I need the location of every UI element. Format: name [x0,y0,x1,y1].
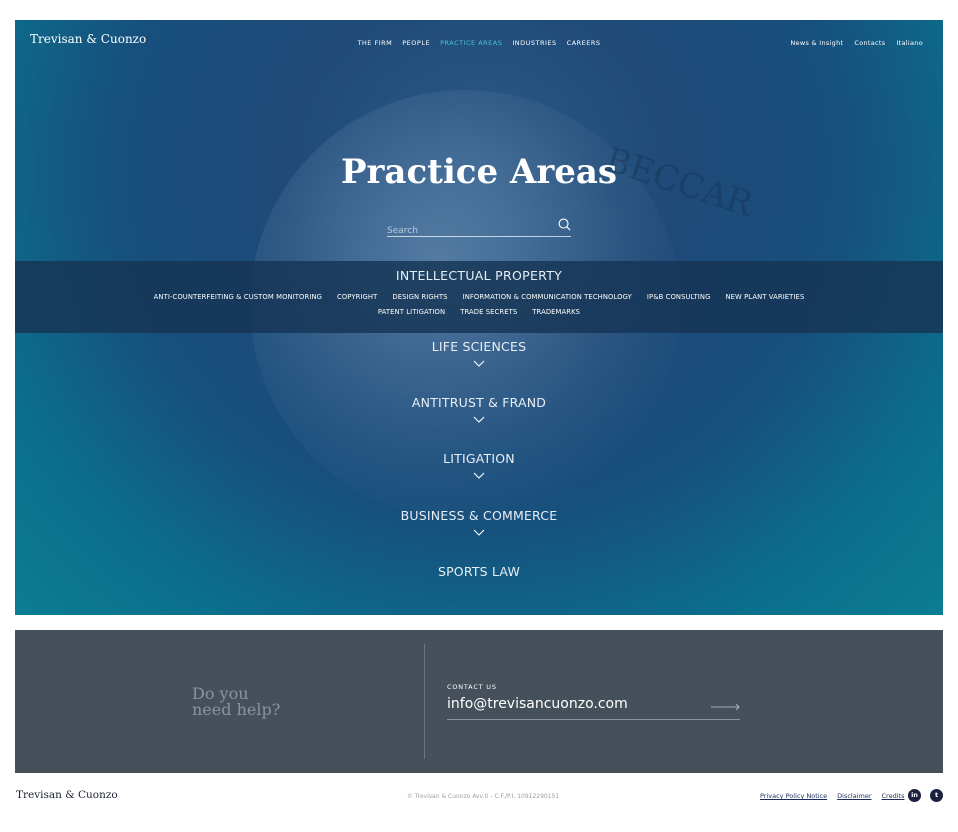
help-heading: Do you need help? [192,686,280,718]
chevron-down-icon[interactable] [473,472,485,479]
sub-area-link[interactable]: TRADE SECRETS [460,308,517,316]
linkedin-icon[interactable]: in [908,789,921,802]
footer-brand-logo[interactable]: Trevisan & Cuonzo [16,789,118,801]
hero-section: BECCAR Trevisan & Cuonzo THE FIRM PEOPLE… [15,20,943,615]
sub-area-link[interactable]: IP&B CONSULTING [647,293,711,301]
chevron-down-icon[interactable] [473,416,485,423]
sub-area-link[interactable]: INFORMATION & COMMUNICATION TECHNOLOGY [463,293,632,301]
nav-careers[interactable]: CAREERS [567,39,601,47]
help-line-2: need help? [192,700,281,719]
practice-area-intellectual-property[interactable]: INTELLECTUAL PROPERTY [15,268,943,283]
nav-the-firm[interactable]: THE FIRM [357,39,392,47]
secondary-nav: News & Insight Contacts Italiano [790,39,923,47]
chevron-down-icon[interactable] [473,360,485,367]
credits-link[interactable]: Credits [882,792,905,800]
nav-news-insight[interactable]: News & Insight [790,39,843,47]
contact-email-link[interactable]: info@trevisancuonzo.com [447,696,628,712]
nav-contacts[interactable]: Contacts [854,39,885,47]
practice-area-expanded: INTELLECTUAL PROPERTY ANTI-COUNTERFEITIN… [15,261,943,333]
sub-area-link[interactable]: DESIGN RIGHTS [392,293,447,301]
sub-area-link[interactable]: TRADEMARKS [532,308,580,316]
nav-people[interactable]: PEOPLE [402,39,430,47]
nav-industries[interactable]: INDUSTRIES [512,39,556,47]
practice-area-label: LITIGATION [443,451,515,466]
practice-area-label: SPORTS LAW [437,564,521,579]
twitter-icon[interactable]: t [930,789,943,802]
nav-practice-areas[interactable]: PRACTICE AREAS [440,39,502,47]
contact-underline [447,719,740,720]
chevron-down-icon[interactable] [473,529,485,536]
sub-area-link[interactable]: NEW PLANT VARIETIES [725,293,804,301]
sub-area-row: PATENT LITIGATION TRADE SECRETS TRADEMAR… [15,308,943,316]
nav-language[interactable]: Italiano [896,39,923,47]
sub-area-link[interactable]: COPYRIGHT [337,293,377,301]
contact-label: CONTACT US [447,683,497,691]
practice-area-label: ANTITRUST & FRAND [411,395,547,410]
sub-area-link[interactable]: ANTI-COUNTERFEITING & CUSTOM MONITORING [154,293,322,301]
privacy-policy-link[interactable]: Privacy Policy Notice [760,792,827,800]
practice-area-antitrust[interactable]: ANTITRUST & FRAND [15,395,943,423]
page-title: Practice Areas [340,152,618,192]
practice-area-litigation[interactable]: LITIGATION [15,451,943,479]
contact-section: Do you need help? CONTACT US info@trevis… [15,630,943,773]
practice-area-label: BUSINESS & COMMERCE [400,508,558,523]
search-icon[interactable] [558,218,571,231]
practice-area-sports-law[interactable]: SPORTS LAW [15,564,943,579]
sub-area-row: ANTI-COUNTERFEITING & CUSTOM MONITORING … [15,293,943,301]
disclaimer-link[interactable]: Disclaimer [837,792,871,800]
practice-area-label: LIFE SCIENCES [431,339,527,354]
search-bar [387,218,571,237]
footer-links: Privacy Policy Notice Disclaimer Credits [760,792,904,800]
practice-area-business-commerce[interactable]: BUSINESS & COMMERCE [15,508,943,536]
divider [424,644,425,759]
practice-area-life-sciences[interactable]: LIFE SCIENCES [15,339,943,367]
arrow-right-icon[interactable] [711,703,741,711]
footer-copyright: © Trevisan & Cuonzo Avv.ti - C.F./P.I. 1… [407,793,560,800]
search-input[interactable] [387,226,547,236]
sub-area-link[interactable]: PATENT LITIGATION [378,308,445,316]
